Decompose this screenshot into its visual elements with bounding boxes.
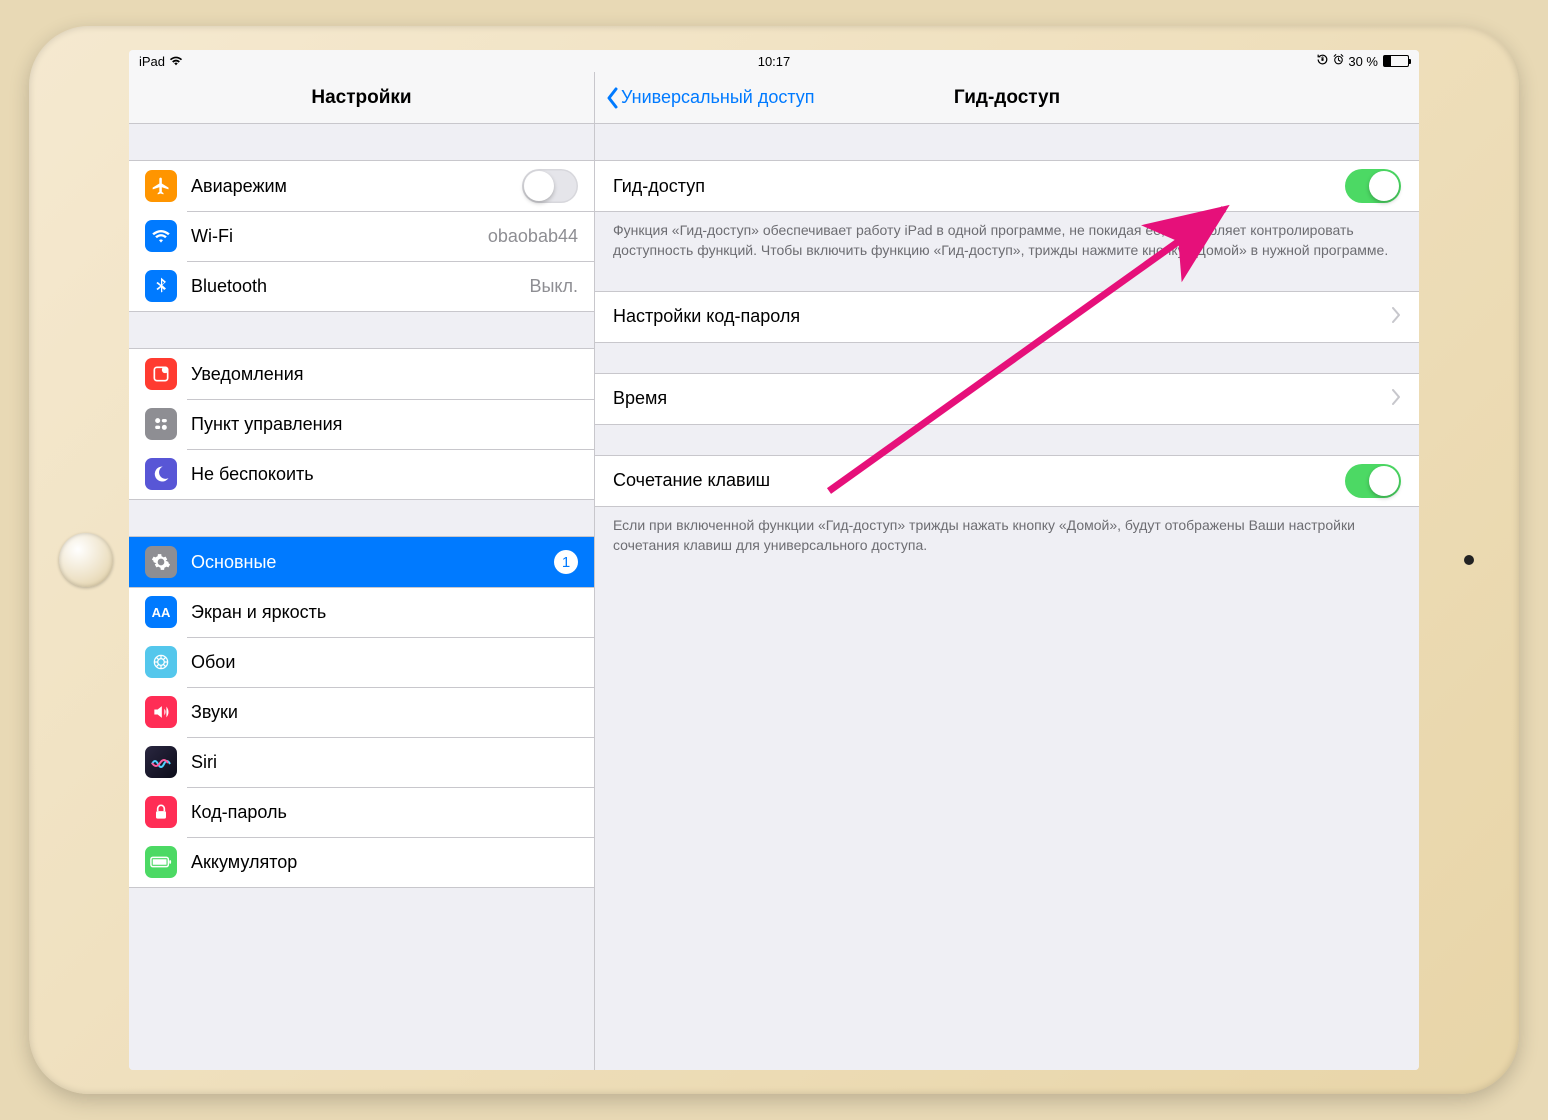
clock: 10:17 bbox=[758, 54, 791, 69]
sidebar-item-label: Siri bbox=[191, 752, 578, 773]
sidebar-item-airplane[interactable]: Авиарежим bbox=[129, 161, 594, 211]
back-button[interactable]: Универсальный доступ bbox=[605, 87, 815, 109]
row-passcode-settings[interactable]: Настройки код-пароля bbox=[595, 292, 1419, 342]
row-time[interactable]: Время bbox=[595, 374, 1419, 424]
sidebar-item-passcode[interactable]: Код-пароль bbox=[129, 787, 594, 837]
row-label: Сочетание клавиш bbox=[613, 470, 1345, 491]
detail-header: Универсальный доступ Гид-доступ bbox=[595, 72, 1419, 124]
battery-pct: 30 % bbox=[1348, 54, 1378, 69]
sidebar-item-sounds[interactable]: Звуки bbox=[129, 687, 594, 737]
wallpaper-icon bbox=[145, 646, 177, 678]
shortcut-switch[interactable] bbox=[1345, 464, 1401, 498]
airplane-switch[interactable] bbox=[522, 169, 578, 203]
rotation-lock-icon bbox=[1316, 53, 1329, 69]
sidebar-item-label: Обои bbox=[191, 652, 578, 673]
wifi-icon bbox=[169, 55, 183, 67]
control-center-icon bbox=[145, 408, 177, 440]
status-bar: iPad 10:17 30 % bbox=[129, 50, 1419, 72]
airplane-icon bbox=[145, 170, 177, 202]
detail-scroll[interactable]: Гид-доступ Функция «Гид-доступ» обеспечи… bbox=[595, 124, 1419, 1070]
battery-settings-icon bbox=[145, 846, 177, 878]
sidebar-item-label: Основные bbox=[191, 552, 554, 573]
row-label: Гид-доступ bbox=[613, 176, 1345, 197]
sidebar-item-notifications[interactable]: Уведомления bbox=[129, 349, 594, 399]
lock-icon bbox=[145, 796, 177, 828]
alarm-icon bbox=[1332, 53, 1345, 69]
wifi-network-value: obaobab44 bbox=[488, 226, 578, 247]
sidebar-item-label: Аккумулятор bbox=[191, 852, 578, 873]
sidebar-scroll[interactable]: Авиарежим Wi-Fi obaobab44 bbox=[129, 124, 594, 1070]
bluetooth-value: Выкл. bbox=[529, 276, 578, 297]
wifi-settings-icon bbox=[145, 220, 177, 252]
display-icon: AA bbox=[145, 596, 177, 628]
sidebar-item-label: Wi-Fi bbox=[191, 226, 488, 247]
sidebar-item-battery[interactable]: Аккумулятор bbox=[129, 837, 594, 887]
moon-icon bbox=[145, 458, 177, 490]
notifications-icon bbox=[145, 358, 177, 390]
settings-sidebar: Настройки Авиарежим bbox=[129, 72, 595, 1070]
sidebar-item-general[interactable]: Основные 1 bbox=[129, 537, 594, 587]
sidebar-title: Настройки bbox=[129, 72, 594, 124]
sidebar-item-label: Пункт управления bbox=[191, 414, 578, 435]
row-label: Настройки код-пароля bbox=[613, 306, 1392, 327]
sidebar-item-display[interactable]: AA Экран и яркость bbox=[129, 587, 594, 637]
sidebar-item-siri[interactable]: Siri bbox=[129, 737, 594, 787]
row-shortcut[interactable]: Сочетание клавиш bbox=[595, 456, 1419, 506]
sidebar-item-label: Уведомления bbox=[191, 364, 578, 385]
device-label: iPad bbox=[139, 54, 165, 69]
guided-access-switch[interactable] bbox=[1345, 169, 1401, 203]
bluetooth-icon bbox=[145, 270, 177, 302]
sidebar-item-label: Не беспокоить bbox=[191, 464, 578, 485]
guided-access-description: Функция «Гид-доступ» обеспечивает работу… bbox=[595, 212, 1419, 261]
tablet-bezel: iPad 10:17 30 % Настройки bbox=[29, 26, 1519, 1094]
sidebar-item-label: Звуки bbox=[191, 702, 578, 723]
chevron-right-icon bbox=[1392, 389, 1401, 408]
sidebar-item-wifi[interactable]: Wi-Fi obaobab44 bbox=[129, 211, 594, 261]
row-guided-access[interactable]: Гид-доступ bbox=[595, 161, 1419, 211]
home-button[interactable] bbox=[59, 533, 113, 587]
sidebar-item-label: Код-пароль bbox=[191, 802, 578, 823]
general-badge: 1 bbox=[554, 550, 578, 574]
shortcut-description: Если при включенной функции «Гид-доступ»… bbox=[595, 507, 1419, 556]
back-label: Универсальный доступ bbox=[621, 87, 815, 108]
chevron-right-icon bbox=[1392, 307, 1401, 326]
sidebar-item-wallpaper[interactable]: Обои bbox=[129, 637, 594, 687]
gear-icon bbox=[145, 546, 177, 578]
detail-title: Гид-доступ bbox=[954, 87, 1060, 109]
row-label: Время bbox=[613, 388, 1392, 409]
front-camera bbox=[1464, 555, 1474, 565]
speaker-icon bbox=[145, 696, 177, 728]
sidebar-item-label: Авиарежим bbox=[191, 176, 522, 197]
sidebar-item-dnd[interactable]: Не беспокоить bbox=[129, 449, 594, 499]
sidebar-item-label: Экран и яркость bbox=[191, 602, 578, 623]
chevron-left-icon bbox=[605, 87, 619, 109]
sidebar-item-control-center[interactable]: Пункт управления bbox=[129, 399, 594, 449]
sidebar-item-label: Bluetooth bbox=[191, 276, 529, 297]
siri-icon bbox=[145, 746, 177, 778]
screen: iPad 10:17 30 % Настройки bbox=[129, 50, 1419, 1070]
battery-icon bbox=[1383, 55, 1409, 67]
detail-pane: Универсальный доступ Гид-доступ Гид-дост… bbox=[595, 72, 1419, 1070]
sidebar-item-bluetooth[interactable]: Bluetooth Выкл. bbox=[129, 261, 594, 311]
